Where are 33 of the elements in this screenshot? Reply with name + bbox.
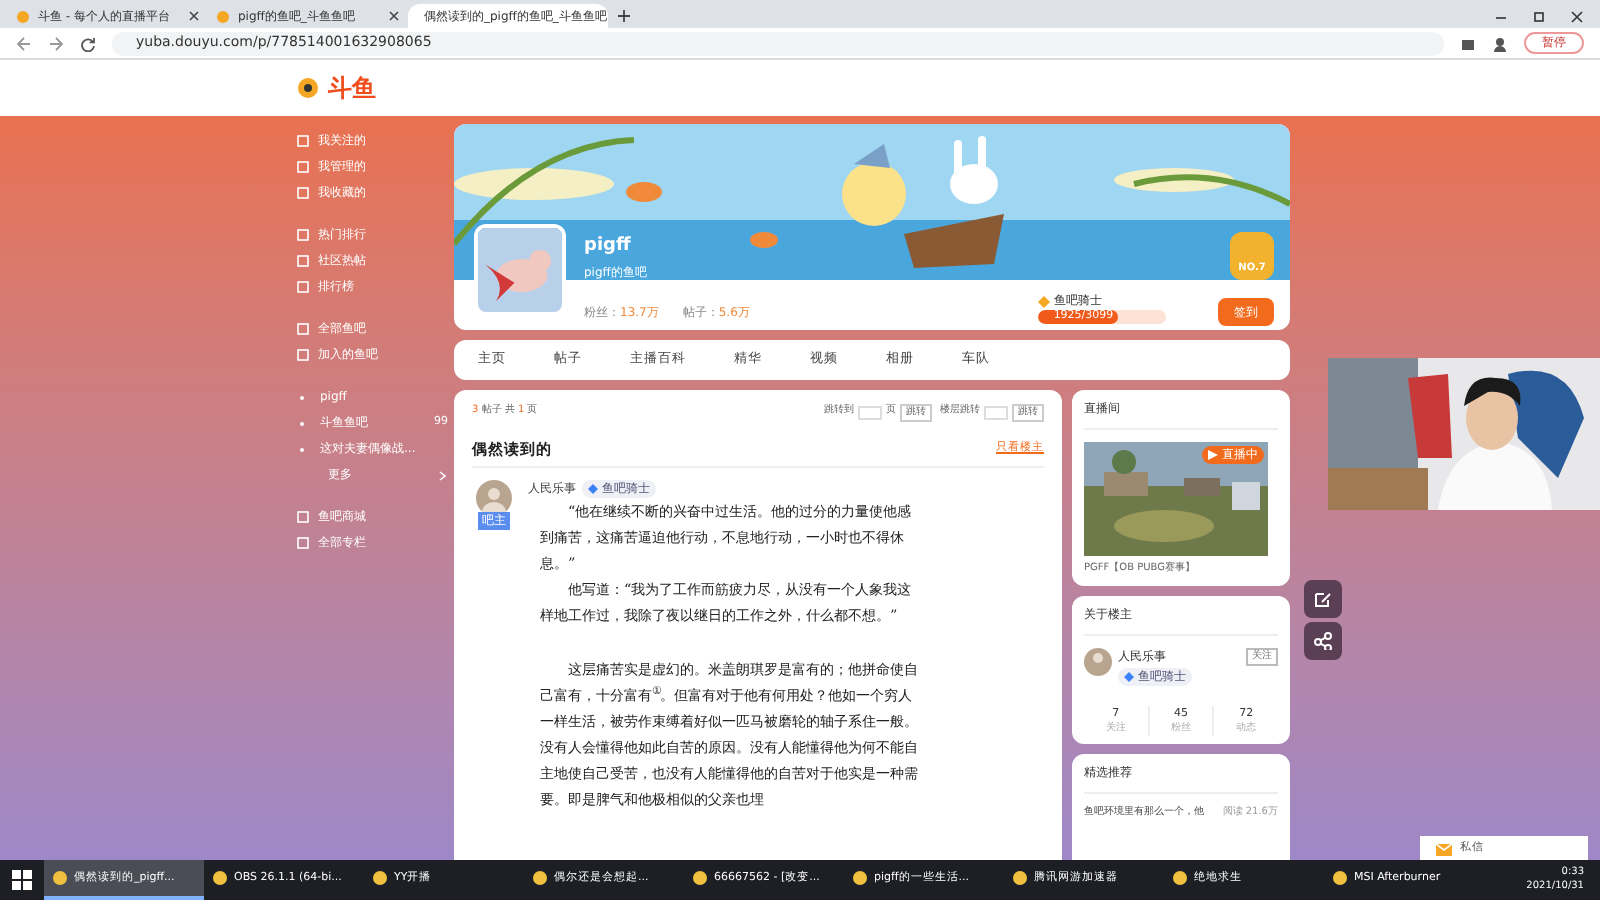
avatar-icon [476,480,512,516]
edit-icon [1314,590,1332,608]
forward-icon[interactable] [48,35,64,51]
app-icon [52,870,68,886]
close-icon[interactable] [188,10,200,22]
app-icon [1012,870,1028,886]
play-icon [1208,450,1218,460]
floor-input[interactable] [984,405,1008,419]
edit-button[interactable] [1304,580,1342,618]
reload-icon[interactable] [80,35,96,51]
page-input[interactable] [858,405,882,419]
app-icon [212,870,228,886]
app-icon [852,870,868,886]
logo[interactable]: 斗鱼 [328,70,376,106]
close-icon[interactable] [1570,9,1584,23]
app-icon [532,870,548,886]
share-button[interactable] [1304,622,1342,660]
app-icon [1332,870,1348,886]
avatar-icon [1084,647,1112,675]
plus-icon[interactable] [616,8,632,24]
user-icon [1492,35,1508,51]
diamond-icon [588,484,598,494]
app-icon [692,870,708,886]
close-icon[interactable] [388,10,400,22]
share-icon [1314,632,1332,650]
chevron-icon [438,469,448,481]
app-icon [1172,870,1188,886]
windows-icon[interactable] [12,870,32,890]
diamond-icon [1124,671,1134,681]
mail-icon [1436,843,1452,855]
back-icon[interactable] [16,35,32,51]
maximize-icon[interactable] [1532,9,1546,23]
app-icon [372,870,388,886]
